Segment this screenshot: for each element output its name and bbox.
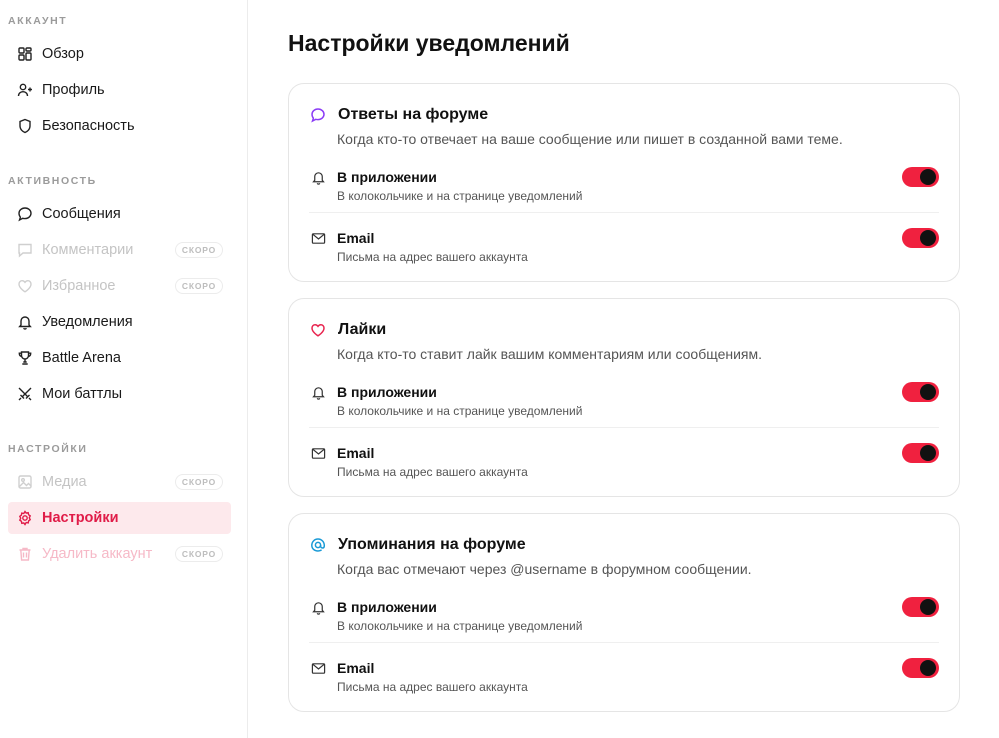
setting-row-in-app: В приложении В колокольчике и на страниц…: [309, 381, 939, 429]
setting-title: В приложении: [337, 169, 437, 185]
sidebar-item-comments: Комментарии СКОРО: [8, 234, 231, 266]
page-title: Настройки уведомлений: [288, 30, 570, 56]
email-toggle[interactable]: [902, 443, 939, 463]
card-description: Когда кто-то ставит лайк вашим комментар…: [337, 346, 763, 362]
email-toggle[interactable]: [902, 228, 939, 248]
divider: [309, 427, 939, 428]
setting-title: В приложении: [337, 384, 437, 400]
card-title: Ответы на форуме: [338, 106, 489, 123]
gear-icon: [16, 509, 34, 527]
at-sign-icon: [309, 536, 327, 554]
shield-icon: [16, 117, 34, 135]
card-title: Упоминания на форуме: [338, 536, 526, 553]
trash-icon: [16, 545, 34, 563]
sidebar-item-my-battles[interactable]: Мои баттлы: [8, 378, 231, 410]
message-bubble-icon: [309, 106, 327, 124]
setting-subtitle: В колокольчике и на странице уведомлений: [337, 189, 583, 203]
bell-icon: [309, 383, 327, 401]
sidebar-item-media: Медиа СКОРО: [8, 466, 231, 498]
card-title: Лайки: [338, 321, 387, 338]
setting-subtitle: Письма на адрес вашего аккаунта: [337, 250, 528, 264]
card-forum-replies: Ответы на форуме Когда кто-то отвечает н…: [288, 83, 960, 282]
in-app-toggle[interactable]: [902, 597, 939, 617]
toggle-knob: [920, 599, 936, 615]
user-profile-icon: [16, 81, 34, 99]
message-bubble-icon: [16, 205, 34, 223]
divider: [309, 212, 939, 213]
sidebar-item-label: Медиа: [42, 474, 87, 490]
heart-icon: [309, 321, 327, 339]
sidebar-item-label: Комментарии: [42, 242, 134, 258]
setting-row-email: Email Письма на адрес вашего аккаунта: [309, 227, 939, 275]
toggle-knob: [920, 230, 936, 246]
bell-icon: [309, 598, 327, 616]
sidebar-item-favorites: Избранное СКОРО: [8, 270, 231, 302]
setting-row-email: Email Письма на адрес вашего аккаунта: [309, 657, 939, 705]
setting-subtitle: В колокольчике и на странице уведомлений: [337, 404, 583, 418]
sidebar-item-label: Избранное: [42, 278, 116, 294]
setting-title: Email: [337, 660, 375, 676]
sidebar-item-label: Настройки: [42, 510, 119, 526]
section-title-account: АККАУНТ: [8, 15, 68, 27]
mail-icon: [309, 229, 327, 247]
card-likes: Лайки Когда кто-то ставит лайк вашим ком…: [288, 298, 960, 497]
in-app-toggle[interactable]: [902, 382, 939, 402]
soon-badge: СКОРО: [174, 546, 223, 562]
crossed-swords-icon: [16, 385, 34, 403]
card-forum-mentions: Упоминания на форуме Когда вас отмечают …: [288, 513, 960, 712]
sidebar-item-battle-arena[interactable]: Battle Arena: [8, 342, 231, 374]
setting-subtitle: В колокольчике и на странице уведомлений: [337, 619, 583, 633]
trophy-icon: [16, 349, 34, 367]
sidebar-item-notifications[interactable]: Уведомления: [8, 306, 231, 338]
sidebar-item-label: Обзор: [42, 46, 84, 62]
toggle-knob: [920, 445, 936, 461]
bell-icon: [309, 168, 327, 186]
sidebar-item-label: Уведомления: [42, 314, 133, 330]
heart-icon: [16, 277, 34, 295]
setting-row-in-app: В приложении В колокольчике и на страниц…: [309, 596, 939, 644]
mail-icon: [309, 659, 327, 677]
sidebar-item-label: Сообщения: [42, 206, 121, 222]
sidebar-item-label: Профиль: [42, 82, 105, 98]
in-app-toggle[interactable]: [902, 167, 939, 187]
sidebar-item-label: Battle Arena: [42, 350, 121, 366]
setting-title: Email: [337, 445, 375, 461]
soon-badge: СКОРО: [174, 474, 223, 490]
sidebar-item-delete-account: Удалить аккаунт СКОРО: [8, 538, 231, 570]
email-toggle[interactable]: [902, 658, 939, 678]
card-description: Когда кто-то отвечает на ваше сообщение …: [337, 131, 843, 147]
divider: [309, 642, 939, 643]
sidebar-item-security[interactable]: Безопасность: [8, 110, 231, 142]
soon-badge: СКОРО: [174, 242, 223, 258]
setting-subtitle: Письма на адрес вашего аккаунта: [337, 680, 528, 694]
comment-icon: [16, 241, 34, 259]
bell-icon: [16, 313, 34, 331]
sidebar-item-settings[interactable]: Настройки: [8, 502, 231, 534]
card-description: Когда вас отмечают через @username в фор…: [337, 561, 752, 577]
sidebar-item-label: Удалить аккаунт: [42, 546, 153, 562]
sidebar-item-profile[interactable]: Профиль: [8, 74, 231, 106]
section-title-settings: НАСТРОЙКИ: [8, 443, 88, 455]
toggle-knob: [920, 660, 936, 676]
image-icon: [16, 473, 34, 491]
setting-title: В приложении: [337, 599, 437, 615]
setting-row-email: Email Письма на адрес вашего аккаунта: [309, 442, 939, 490]
setting-row-in-app: В приложении В колокольчике и на страниц…: [309, 166, 939, 214]
sidebar-item-label: Безопасность: [42, 118, 135, 134]
sidebar: АККАУНТ Обзор Профиль Безопасность АКТИВ…: [0, 0, 248, 738]
section-title-activity: АКТИВНОСТЬ: [8, 175, 97, 187]
sidebar-item-messages[interactable]: Сообщения: [8, 198, 231, 230]
sidebar-item-label: Мои баттлы: [42, 386, 122, 402]
setting-title: Email: [337, 230, 375, 246]
toggle-knob: [920, 169, 936, 185]
toggle-knob: [920, 384, 936, 400]
overview-grid-icon: [16, 45, 34, 63]
setting-subtitle: Письма на адрес вашего аккаунта: [337, 465, 528, 479]
soon-badge: СКОРО: [174, 278, 223, 294]
sidebar-item-overview[interactable]: Обзор: [8, 38, 231, 70]
mail-icon: [309, 444, 327, 462]
